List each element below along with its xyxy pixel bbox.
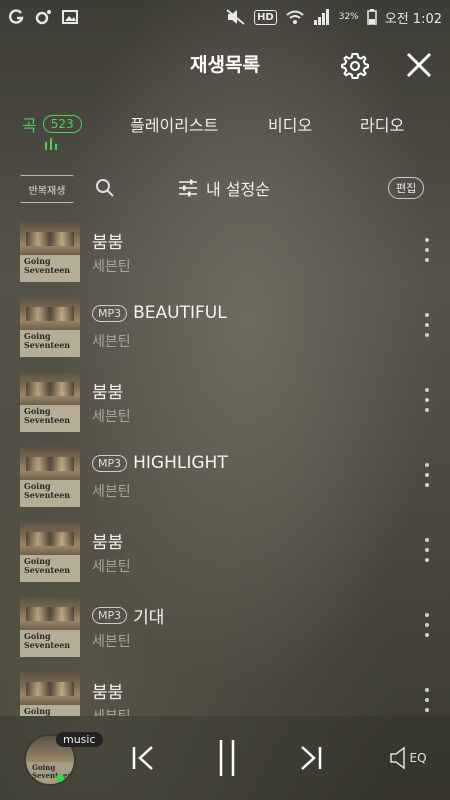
playing-indicator <box>56 774 64 782</box>
album-art: Going Seventeen <box>20 222 80 282</box>
album-art: Going Seventeen <box>20 522 80 582</box>
song-title: 붐붐 <box>92 533 124 553</box>
mute-icon <box>226 9 245 25</box>
repeat-play-button[interactable]: 반복재생 <box>20 175 74 203</box>
more-options-button[interactable] <box>420 613 434 637</box>
more-options-button[interactable] <box>420 313 434 337</box>
pause-button[interactable] <box>210 738 244 778</box>
song-title: 붐붐 <box>92 383 124 403</box>
song-title: 붐붐 <box>92 233 124 253</box>
sort-label: 내 설정순 <box>206 180 270 199</box>
edit-button[interactable]: 편집 <box>388 177 425 199</box>
settings-button[interactable] <box>338 48 372 82</box>
list-toolbar: 반복재생 내 설정순 편집 <box>0 170 450 206</box>
list-item[interactable]: Going Seventeen 붐붐 세븐틴 <box>0 514 450 589</box>
list-item[interactable]: Going Seventeen 붐붐 세븐틴 <box>0 664 450 716</box>
battery-percent: 32% <box>338 12 359 22</box>
mini-player: Going Seventeen music EQ <box>0 716 450 800</box>
battery-icon <box>367 9 377 25</box>
app-notification-icon <box>9 9 24 24</box>
list-item[interactable]: Going Seventeen 붐붐 세븐틴 <box>0 214 450 289</box>
close-icon <box>406 52 432 78</box>
sort-button[interactable]: 내 설정순 <box>178 176 270 200</box>
eq-label: EQ <box>409 751 427 765</box>
song-title: MP3 기대 <box>92 603 164 628</box>
wifi-icon <box>286 10 304 24</box>
equalizer-speaker-icon <box>390 746 406 770</box>
app-notification-icon-2 <box>35 10 51 25</box>
previous-button[interactable] <box>126 738 160 778</box>
tab-songs-label: 곡 <box>22 116 37 135</box>
more-options-button[interactable] <box>420 538 434 562</box>
more-options-button[interactable] <box>420 388 434 412</box>
song-artist: 세븐틴 <box>92 559 131 575</box>
mp3-badge: MP3 <box>92 304 128 322</box>
search-button[interactable] <box>95 178 115 202</box>
song-count-badge: 523 <box>42 115 82 133</box>
album-art: Going Seventeen <box>20 672 80 716</box>
tab-videos[interactable]: 비디오 <box>268 112 312 136</box>
next-button[interactable] <box>294 738 328 778</box>
more-options-button[interactable] <box>420 688 434 712</box>
song-title: MP3 HIGHLIGHT <box>92 453 228 473</box>
song-artist: 세븐틴 <box>92 409 131 425</box>
image-notification-icon <box>62 10 78 24</box>
song-artist: 세븐틴 <box>92 634 131 650</box>
signal-icon <box>313 9 329 25</box>
gear-icon <box>341 53 369 79</box>
album-art: Going Seventeen <box>20 597 80 657</box>
tab-radio[interactable]: 라디오 <box>360 112 404 136</box>
list-item[interactable]: Going Seventeen MP3 BEAUTIFUL 세븐틴 <box>0 289 450 364</box>
mp3-badge: MP3 <box>92 454 128 472</box>
tab-bar: 곡 523 플레이리스트 비디오 라디오 <box>0 108 450 154</box>
tab-playlists[interactable]: 플레이리스트 <box>130 112 218 136</box>
song-list[interactable]: Going Seventeen 붐붐 세븐틴 Going Seventeen M… <box>0 214 450 716</box>
page-title: 재생목록 <box>190 54 260 76</box>
skip-next-icon <box>301 746 322 770</box>
status-bar: HD 32% 오전 1:02 <box>0 0 450 34</box>
search-icon <box>96 179 114 197</box>
album-art: Going Seventeen <box>20 372 80 432</box>
now-playing-eq-icon <box>45 138 57 150</box>
more-options-button[interactable] <box>420 238 434 262</box>
list-item[interactable]: Going Seventeen 붐붐 세븐틴 <box>0 364 450 439</box>
sliders-icon <box>179 179 197 197</box>
pause-icon <box>219 740 235 776</box>
song-artist: 세븐틴 <box>92 706 131 716</box>
skip-previous-icon <box>132 746 153 770</box>
song-title: 붐붐 <box>92 683 124 703</box>
song-artist: 세븐틴 <box>92 334 131 350</box>
tab-songs[interactable]: 곡 523 <box>22 112 82 136</box>
song-artist: 세븐틴 <box>92 259 131 275</box>
hd-voice-badge: HD <box>254 9 277 25</box>
equalizer-button[interactable]: EQ <box>386 738 430 778</box>
close-button[interactable] <box>402 48 436 82</box>
mp3-badge: MP3 <box>92 607 128 624</box>
header: 재생목록 <box>0 34 450 94</box>
music-badge: music <box>56 732 103 747</box>
song-title: MP3 BEAUTIFUL <box>92 303 227 323</box>
clock: 오전 1:02 <box>384 11 442 27</box>
more-options-button[interactable] <box>420 463 434 487</box>
album-art: Going Seventeen <box>20 447 80 507</box>
list-item[interactable]: Going Seventeen MP3 기대 세븐틴 <box>0 589 450 664</box>
song-artist: 세븐틴 <box>92 484 131 500</box>
album-art: Going Seventeen <box>20 297 80 357</box>
list-item[interactable]: Going Seventeen MP3 HIGHLIGHT 세븐틴 <box>0 439 450 514</box>
